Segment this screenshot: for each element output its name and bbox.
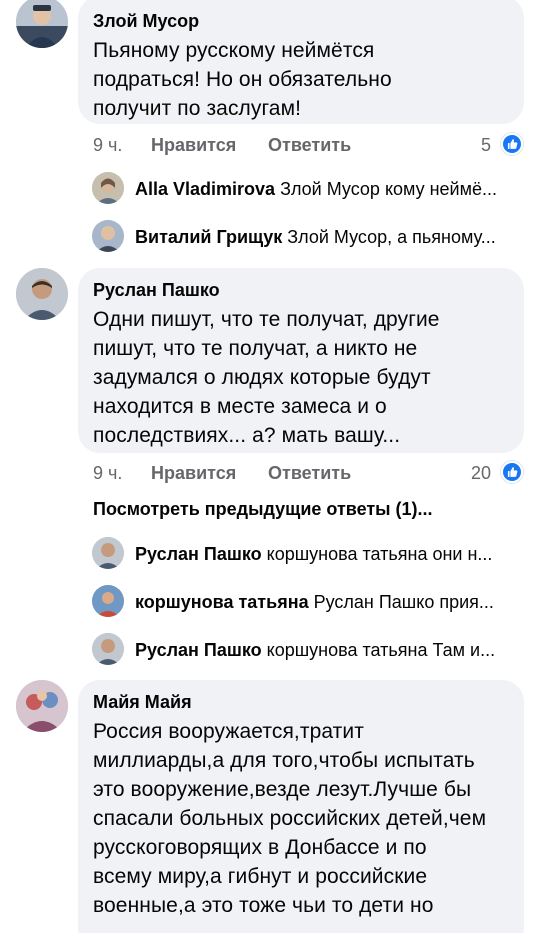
reply-row[interactable]: Alla Vladimirova Злой Мусор кому неймё..…: [92, 172, 522, 206]
like-button[interactable]: Нравится: [151, 461, 236, 485]
comment-actions: 9 ч. Нравится Ответить 5: [93, 133, 525, 157]
avatar[interactable]: [92, 172, 124, 204]
like-count[interactable]: 20: [471, 461, 491, 485]
avatar[interactable]: [92, 585, 124, 617]
reply-author[interactable]: Alla Vladimirova: [135, 179, 275, 199]
reply-button[interactable]: Ответить: [268, 461, 351, 485]
comment-text: Одни пишут, что те получат, другие пишут…: [93, 308, 440, 447]
reply-author[interactable]: коршунова татьяна: [135, 592, 309, 612]
reply-preview: Alla Vladimirova Злой Мусор кому неймё..…: [135, 176, 520, 202]
thumbs-up-icon: [501, 133, 523, 155]
like-button[interactable]: Нравится: [151, 133, 236, 157]
comment-author[interactable]: Руслан Пашко: [93, 279, 508, 301]
reply-text: коршунова татьяна Там и...: [266, 640, 496, 660]
comment-bubble: Майя Майя Россия вооружается,тратит милл…: [78, 680, 524, 933]
reply-preview: Руслан Пашко коршунова татьяна Там и...: [135, 637, 520, 663]
like-count[interactable]: 5: [481, 133, 491, 157]
reply-button[interactable]: Ответить: [268, 133, 351, 157]
comment-author[interactable]: Злой Мусор: [93, 10, 508, 32]
reply-author[interactable]: Руслан Пашко: [135, 544, 262, 564]
thumbs-up-icon: [501, 461, 523, 483]
comment-text: Россия вооружается,тратит миллиарды,а дл…: [93, 720, 487, 917]
view-previous-replies-link[interactable]: Посмотреть предыдущие ответы (1)...: [93, 497, 433, 521]
reply-author[interactable]: Руслан Пашко: [135, 640, 262, 660]
comment-bubble: Злой Мусор Пьяному русскому неймётся под…: [78, 0, 524, 124]
reply-row[interactable]: Виталий Грищук Злой Мусор, а пьяному...: [92, 220, 522, 254]
reply-text: Руслан Пашко прия...: [313, 592, 494, 612]
comment-time[interactable]: 9 ч.: [93, 133, 122, 157]
reply-author[interactable]: Виталий Грищук: [135, 227, 282, 247]
comment-actions: 9 ч. Нравится Ответить 20: [93, 461, 525, 485]
reply-row[interactable]: коршунова татьяна Руслан Пашко прия...: [92, 585, 522, 619]
avatar[interactable]: [16, 680, 68, 732]
reply-preview: коршунова татьяна Руслан Пашко прия...: [135, 589, 520, 615]
reply-preview: Виталий Грищук Злой Мусор, а пьяному...: [135, 224, 520, 250]
avatar[interactable]: [16, 268, 68, 320]
comment-text: Пьяному русскому неймётся подраться! Но …: [93, 39, 392, 120]
avatar[interactable]: [92, 633, 124, 665]
reply-row[interactable]: Руслан Пашко коршунова татьяна они н...: [92, 537, 522, 571]
reply-text: коршунова татьяна они н...: [266, 544, 493, 564]
reply-text: Злой Мусор кому неймё...: [280, 179, 498, 199]
comment-time[interactable]: 9 ч.: [93, 461, 122, 485]
comment-bubble: Руслан Пашко Одни пишут, что те получат,…: [78, 268, 524, 453]
reply-preview: Руслан Пашко коршунова татьяна они н...: [135, 541, 520, 567]
reply-text: Злой Мусор, а пьяному...: [287, 227, 496, 247]
comment-author[interactable]: Майя Майя: [93, 691, 508, 713]
avatar[interactable]: [92, 537, 124, 569]
avatar[interactable]: [16, 0, 68, 48]
reply-row[interactable]: Руслан Пашко коршунова татьяна Там и...: [92, 633, 522, 667]
avatar[interactable]: [92, 220, 124, 252]
